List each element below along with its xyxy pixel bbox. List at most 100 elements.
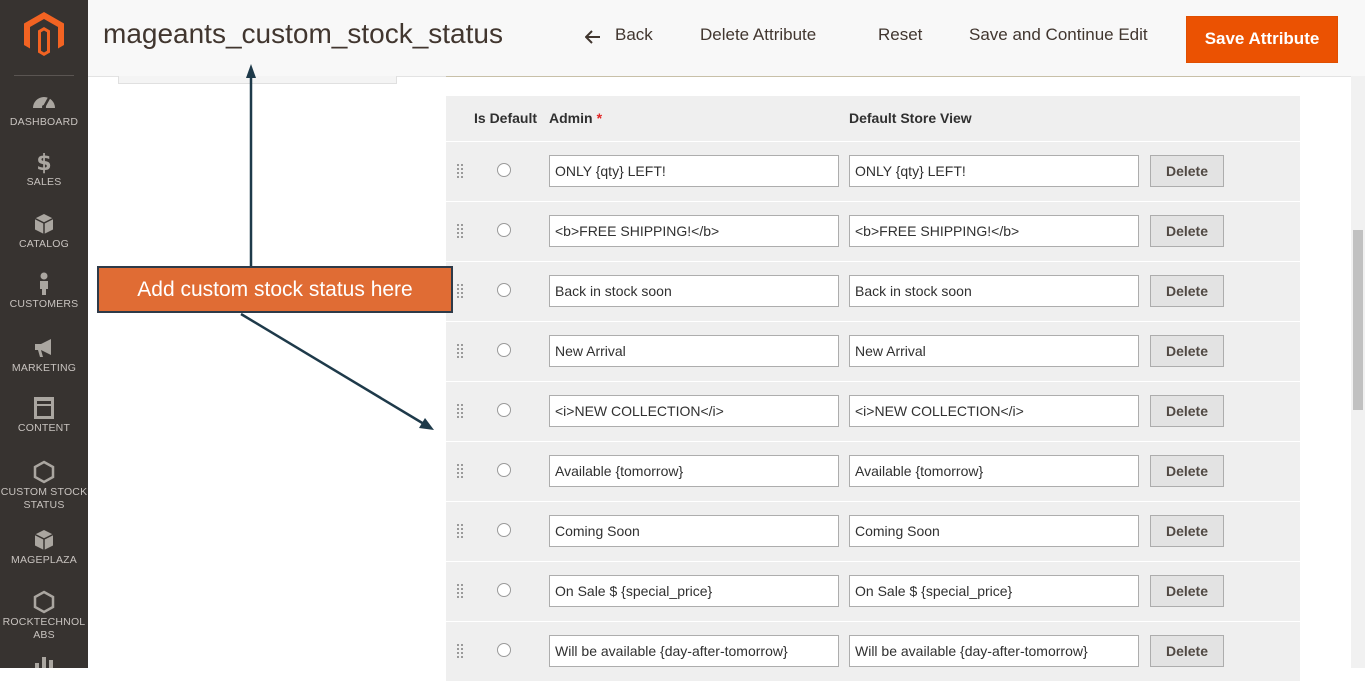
is-default-radio[interactable] bbox=[497, 223, 511, 237]
is-default-radio[interactable] bbox=[497, 403, 511, 417]
table-body: ONLY {qty} LEFT! ONLY {qty} LEFT! Delete <b… bbox=[446, 141, 1300, 681]
admin-value-input[interactable]: Back in stock soon bbox=[549, 275, 839, 307]
admin-value-input[interactable]: On Sale $ {special_price} bbox=[549, 575, 839, 607]
drag-handle-icon[interactable] bbox=[457, 284, 465, 298]
table-header: Is Default Admin * Default Store View bbox=[446, 96, 1300, 141]
admin-value-input[interactable]: <i>NEW COLLECTION</i> bbox=[549, 395, 839, 427]
table-row: Coming Soon Coming Soon Delete bbox=[446, 501, 1300, 561]
nav-label: CUSTOMERS bbox=[9, 298, 79, 310]
delete-option-button[interactable]: Delete bbox=[1150, 155, 1224, 187]
admin-value-input[interactable]: <b>FREE SHIPPING!</b> bbox=[549, 215, 839, 247]
table-row: ONLY {qty} LEFT! ONLY {qty} LEFT! Delete bbox=[446, 141, 1300, 201]
admin-value-input[interactable]: ONLY {qty} LEFT! bbox=[549, 155, 839, 187]
is-default-radio[interactable] bbox=[497, 163, 511, 177]
drag-handle-icon[interactable] bbox=[457, 164, 465, 178]
store-view-value-input[interactable]: Coming Soon bbox=[849, 515, 1139, 547]
page-title: mageants_custom_stock_status bbox=[103, 18, 503, 49]
nav-label-line2: ABS bbox=[33, 629, 55, 641]
bar-chart-icon[interactable] bbox=[33, 655, 55, 668]
col-header-store-view: Default Store View bbox=[849, 110, 972, 126]
admin-value-input[interactable]: Available {tomorrow} bbox=[549, 455, 839, 487]
delete-option-button[interactable]: Delete bbox=[1150, 275, 1224, 307]
hexagon-icon bbox=[33, 460, 55, 484]
nav-content[interactable]: CONTENT bbox=[0, 396, 88, 435]
nav-label: ROCKTECHNOL bbox=[2, 616, 86, 628]
nav-mageplaza[interactable]: MAGEPLAZA bbox=[0, 528, 88, 567]
cube-icon bbox=[34, 530, 54, 550]
table-row: Will be available {day-after-tomorrow} Wi… bbox=[446, 621, 1300, 681]
dashboard-icon bbox=[33, 97, 55, 109]
delete-option-button[interactable]: Delete bbox=[1150, 635, 1224, 667]
table-row: <i>NEW COLLECTION</i> <i>NEW COLLECTION</… bbox=[446, 381, 1300, 441]
nav-label: DASHBOARD bbox=[9, 116, 79, 128]
person-icon bbox=[40, 272, 48, 295]
delete-attribute-button[interactable]: Delete Attribute bbox=[700, 25, 816, 45]
is-default-radio[interactable] bbox=[497, 343, 511, 357]
nav-customers[interactable]: CUSTOMERS bbox=[0, 272, 88, 311]
save-and-continue-button[interactable]: Save and Continue Edit bbox=[969, 25, 1148, 45]
back-button[interactable]: Back bbox=[615, 25, 653, 45]
hexagon-icon bbox=[33, 590, 55, 614]
admin-sidebar: DASHBOARD $ SALES CATALOG CUSTOMERS MARK… bbox=[0, 0, 88, 668]
col-header-is-default: Is Default bbox=[474, 110, 538, 126]
store-view-value-input[interactable]: Available {tomorrow} bbox=[849, 455, 1139, 487]
manage-options-table: Is Default Admin * Default Store View ONL… bbox=[446, 96, 1300, 681]
delete-option-button[interactable]: Delete bbox=[1150, 455, 1224, 487]
admin-value-input[interactable]: New Arrival bbox=[549, 335, 839, 367]
delete-option-button[interactable]: Delete bbox=[1150, 515, 1224, 547]
store-view-value-input[interactable]: On Sale $ {special_price} bbox=[849, 575, 1139, 607]
svg-text:$: $ bbox=[36, 151, 51, 174]
store-view-value-input[interactable]: ONLY {qty} LEFT! bbox=[849, 155, 1139, 187]
col-header-admin-label: Admin bbox=[549, 110, 593, 126]
nav-label: SALES bbox=[26, 176, 62, 188]
delete-option-button[interactable]: Delete bbox=[1150, 395, 1224, 427]
store-view-value-input[interactable]: <b>FREE SHIPPING!</b> bbox=[849, 215, 1139, 247]
table-row: On Sale $ {special_price} On Sale $ {spec… bbox=[446, 561, 1300, 621]
nav-custom-stock-status[interactable]: CUSTOM STOCK STATUS bbox=[0, 460, 88, 512]
nav-sales[interactable]: $ SALES bbox=[0, 150, 88, 189]
fieldset-divider bbox=[446, 76, 1300, 77]
nav-rocktechnolabs[interactable]: ROCKTECHNOL ABS bbox=[0, 590, 88, 642]
admin-value-input[interactable]: Coming Soon bbox=[549, 515, 839, 547]
delete-option-button[interactable]: Delete bbox=[1150, 335, 1224, 367]
is-default-radio[interactable] bbox=[497, 523, 511, 537]
drag-handle-icon[interactable] bbox=[457, 464, 465, 478]
store-view-value-input[interactable]: Back in stock soon bbox=[849, 275, 1139, 307]
is-default-radio[interactable] bbox=[497, 643, 511, 657]
arrow-left-icon[interactable] bbox=[585, 30, 601, 44]
nav-label-line2: STATUS bbox=[23, 499, 65, 511]
nav-label: CATALOG bbox=[18, 238, 70, 250]
store-view-value-input[interactable]: Will be available {day-after-tomorrow} bbox=[849, 635, 1139, 667]
scrollbar-thumb[interactable] bbox=[1353, 230, 1363, 410]
delete-option-button[interactable]: Delete bbox=[1150, 215, 1224, 247]
nav-dashboard[interactable]: DASHBOARD bbox=[0, 90, 88, 129]
admin-value-input[interactable]: Will be available {day-after-tomorrow} bbox=[549, 635, 839, 667]
drag-handle-icon[interactable] bbox=[457, 644, 465, 658]
nav-marketing[interactable]: MARKETING bbox=[0, 336, 88, 375]
col-header-admin: Admin * bbox=[549, 110, 602, 126]
drag-handle-icon[interactable] bbox=[457, 524, 465, 538]
magento-logo-icon[interactable] bbox=[24, 12, 64, 56]
layout-icon bbox=[34, 397, 54, 419]
is-default-radio[interactable] bbox=[497, 463, 511, 477]
is-default-radio[interactable] bbox=[497, 583, 511, 597]
megaphone-icon bbox=[35, 339, 51, 357]
save-attribute-button[interactable]: Save Attribute bbox=[1186, 16, 1338, 63]
table-row: Back in stock soon Back in stock soon Dele… bbox=[446, 261, 1300, 321]
store-view-value-input[interactable]: <i>NEW COLLECTION</i> bbox=[849, 395, 1139, 427]
required-marker: * bbox=[596, 110, 603, 126]
nav-label: MARKETING bbox=[11, 362, 77, 374]
nav-catalog[interactable]: CATALOG bbox=[0, 212, 88, 251]
reset-button[interactable]: Reset bbox=[878, 25, 922, 45]
drag-handle-icon[interactable] bbox=[457, 224, 465, 238]
drag-handle-icon[interactable] bbox=[457, 584, 465, 598]
arrow-down-head bbox=[419, 418, 434, 430]
table-row: <b>FREE SHIPPING!</b> <b>FREE SHIPPING!</… bbox=[446, 201, 1300, 261]
store-view-value-input[interactable]: New Arrival bbox=[849, 335, 1139, 367]
drag-handle-icon[interactable] bbox=[457, 404, 465, 418]
dollar-icon: $ bbox=[36, 151, 51, 174]
table-row: New Arrival New Arrival Delete bbox=[446, 321, 1300, 381]
delete-option-button[interactable]: Delete bbox=[1150, 575, 1224, 607]
drag-handle-icon[interactable] bbox=[457, 344, 465, 358]
is-default-radio[interactable] bbox=[497, 283, 511, 297]
